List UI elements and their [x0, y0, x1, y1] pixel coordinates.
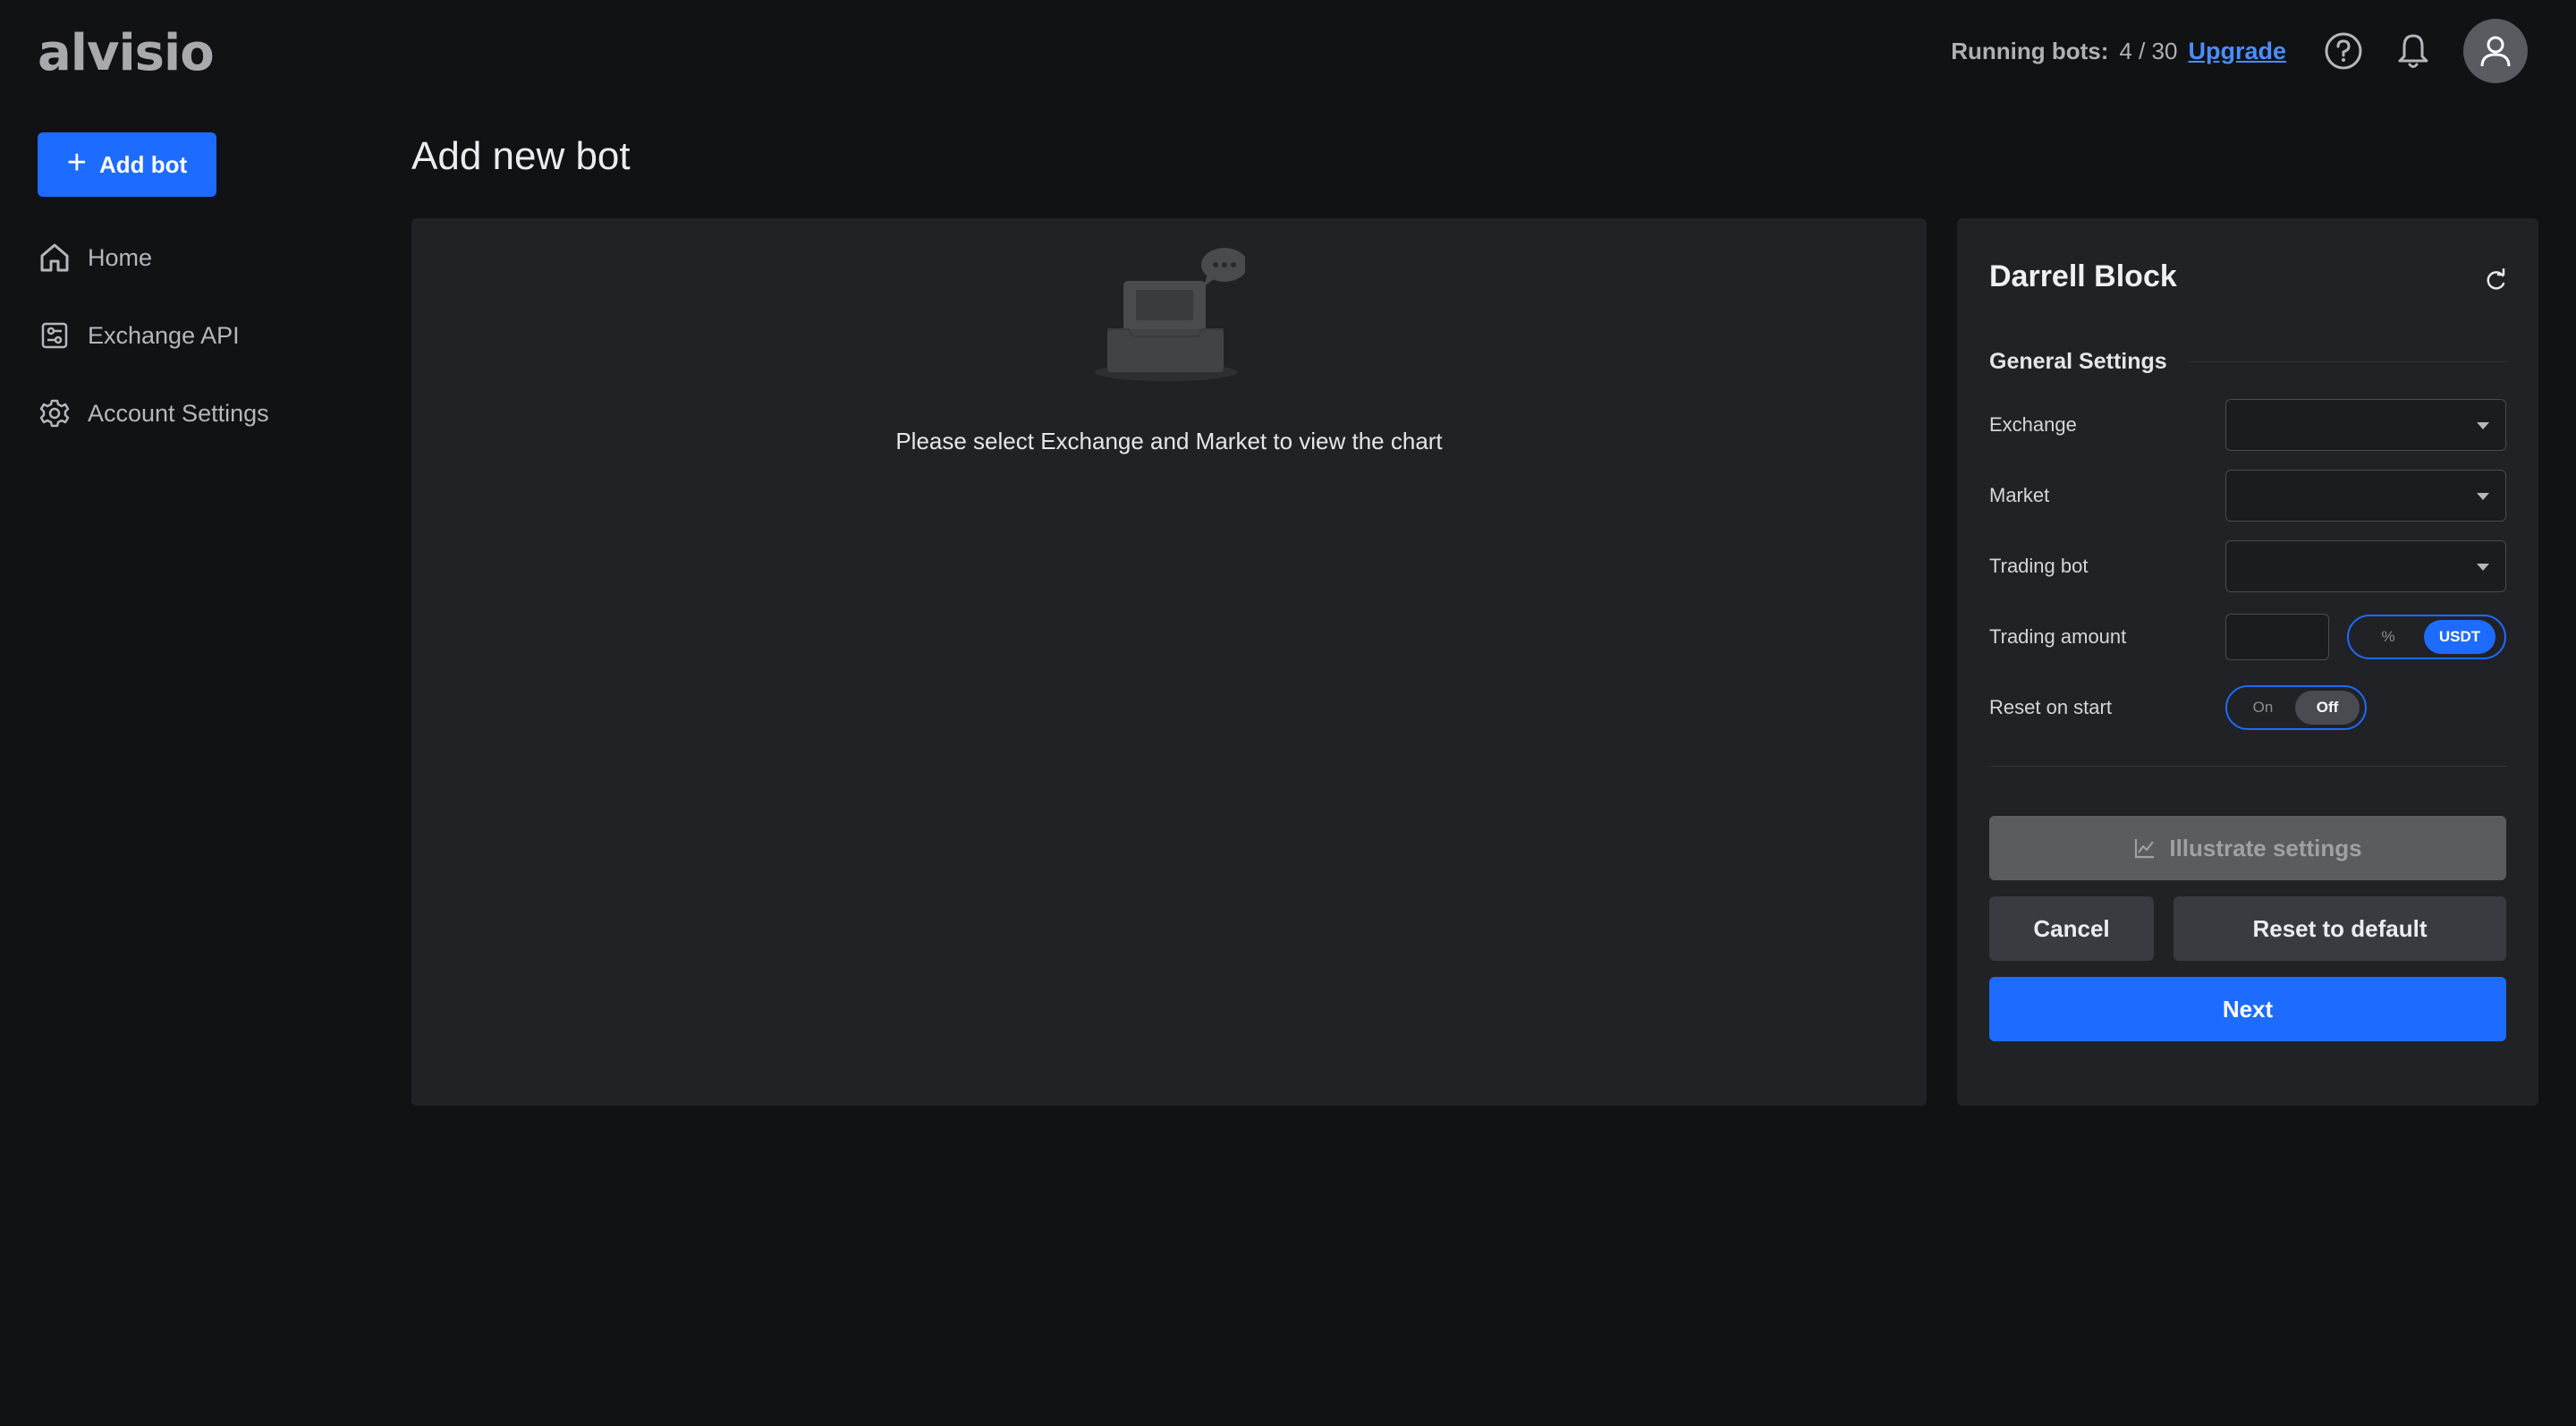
- sidebar-nav: Home Exchange API Account Settings: [38, 233, 269, 466]
- sidebar-item-label: Home: [88, 243, 153, 271]
- market-label: Market: [1989, 484, 2050, 506]
- sidebar-item-label: Account Settings: [88, 399, 269, 427]
- trading-amount-row: Trading amount % USDT: [1989, 611, 2506, 663]
- upgrade-link[interactable]: Upgrade: [2188, 38, 2286, 65]
- trading-bot-select[interactable]: [2225, 540, 2506, 592]
- trading-amount-input[interactable]: [2225, 614, 2329, 660]
- sidebar-item-exchange-api[interactable]: Exchange API: [38, 310, 269, 361]
- running-bots-count: 4 / 30: [2119, 37, 2178, 64]
- unit-option-usdt[interactable]: USDT: [2424, 620, 2496, 654]
- home-icon: [38, 241, 72, 275]
- page-title: Add new bot: [411, 134, 631, 178]
- general-settings-header: General Settings: [1989, 349, 2506, 375]
- refresh-icon[interactable]: [2483, 268, 2508, 293]
- user-icon: [2480, 36, 2511, 67]
- trading-bot-label: Trading bot: [1989, 555, 2089, 577]
- chevron-down-icon: [2477, 493, 2489, 500]
- gear-icon: [38, 396, 72, 430]
- section-divider: [2190, 361, 2506, 362]
- bot-settings-panel: Darrell Block General Settings Exchange …: [1957, 218, 2538, 1106]
- sidebar-item-home[interactable]: Home: [38, 233, 269, 283]
- add-bot-button[interactable]: + Add bot: [38, 132, 216, 197]
- chart-panel: Please select Exchange and Market to vie…: [411, 218, 1927, 1106]
- chart-line-icon: [2135, 839, 2155, 859]
- bell-icon[interactable]: [2394, 31, 2433, 71]
- topbar: Running bots: 4 / 30 Upgrade: [1951, 18, 2528, 84]
- exchange-row: Exchange: [1989, 399, 2506, 451]
- chart-empty-message: Please select Exchange and Market to vie…: [895, 428, 1443, 454]
- reset-on-start-toggle[interactable]: On Off: [2225, 685, 2367, 730]
- add-bot-label: Add bot: [99, 150, 188, 178]
- trading-bot-row: Trading bot: [1989, 540, 2506, 592]
- exchange-label: Exchange: [1989, 413, 2077, 436]
- section-title: General Settings: [1989, 349, 2167, 374]
- app-logo[interactable]: alvisio: [38, 23, 215, 84]
- reset-to-default-button[interactable]: Reset to default: [2174, 896, 2506, 961]
- trading-amount-label: Trading amount: [1989, 625, 2127, 648]
- amount-unit-toggle[interactable]: % USDT: [2347, 615, 2506, 659]
- reset-on-start-row: Reset on start On Off: [1989, 682, 2506, 734]
- cancel-button[interactable]: Cancel: [1989, 896, 2154, 961]
- unit-option-percent[interactable]: %: [2352, 620, 2424, 654]
- running-bots-label: Running bots:: [1951, 37, 2109, 64]
- market-row: Market: [1989, 470, 2506, 522]
- sidebar-item-account-settings[interactable]: Account Settings: [38, 388, 269, 438]
- exchange-select[interactable]: [2225, 399, 2506, 451]
- form-divider: [1989, 766, 2506, 767]
- chevron-down-icon: [2477, 422, 2489, 429]
- illustrate-label: Illustrate settings: [2169, 834, 2362, 862]
- illustrate-settings-button[interactable]: Illustrate settings: [1989, 816, 2506, 880]
- chevron-down-icon: [2477, 564, 2489, 571]
- sliders-icon: [38, 318, 72, 352]
- help-circle-icon[interactable]: [2324, 31, 2363, 71]
- plus-icon: +: [66, 144, 87, 182]
- avatar[interactable]: [2463, 19, 2528, 83]
- bot-name[interactable]: Darrell Block: [1989, 259, 2177, 294]
- sidebar-item-label: Exchange API: [88, 321, 240, 349]
- next-button[interactable]: Next: [1989, 977, 2506, 1041]
- empty-chart-illustration: [1095, 248, 1245, 381]
- toggle-option-on[interactable]: On: [2231, 691, 2295, 725]
- reset-on-start-label: Reset on start: [1989, 696, 2112, 718]
- market-select[interactable]: [2225, 470, 2506, 522]
- toggle-option-off[interactable]: Off: [2295, 691, 2360, 725]
